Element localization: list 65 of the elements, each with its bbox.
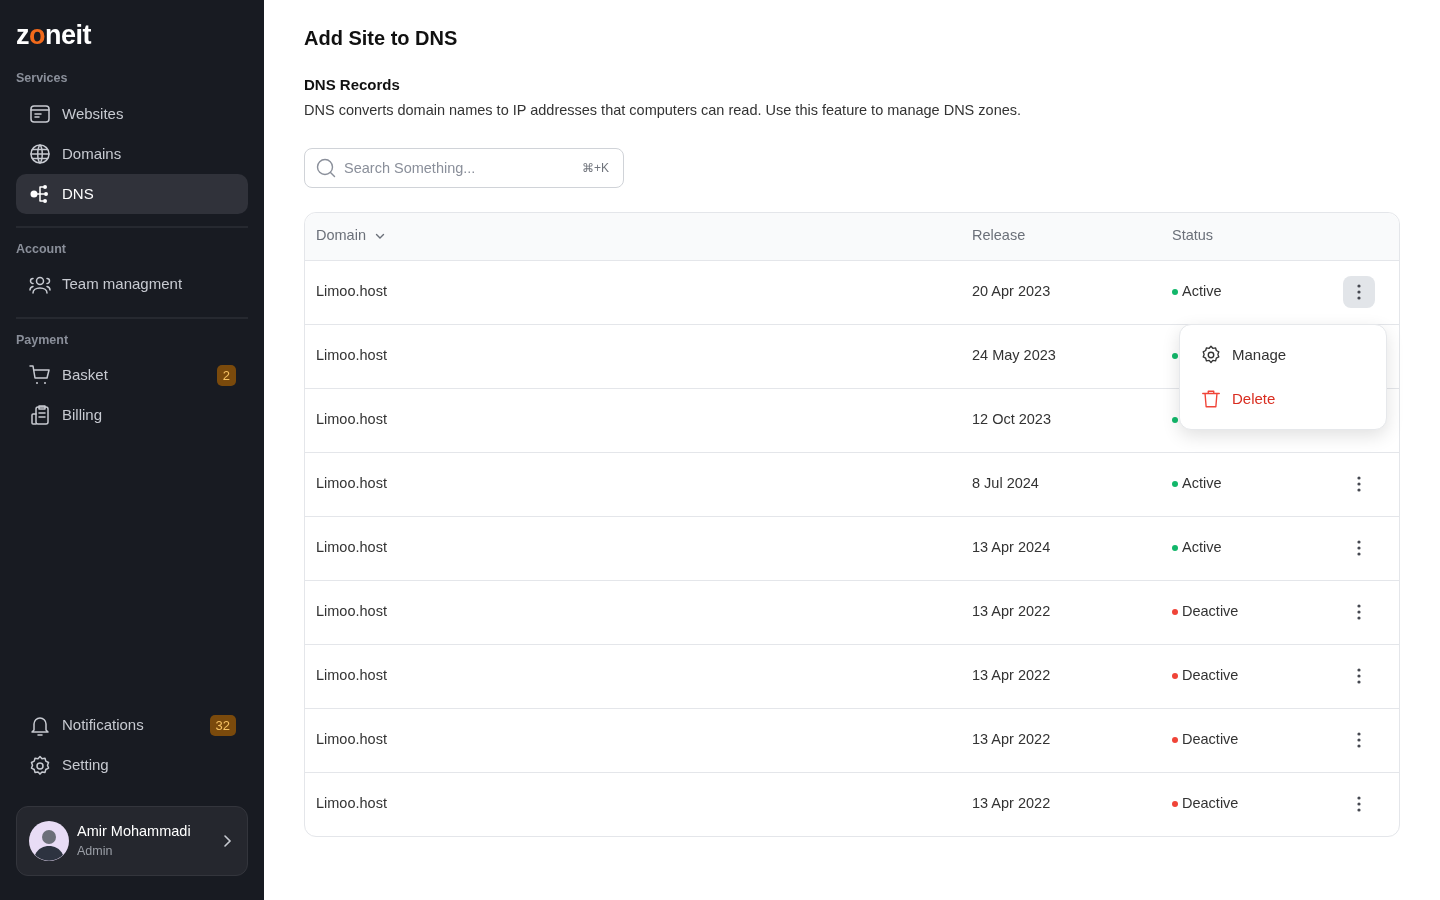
user-card[interactable]: Amir Mohammadi Admin — [16, 805, 248, 876]
sidebar-item[interactable]: Domains — [16, 133, 248, 174]
more-icon — [1357, 604, 1361, 621]
more-icon — [1357, 284, 1361, 301]
more-button[interactable] — [1343, 276, 1375, 309]
date-cell-text: 13 Apr 2024 — [972, 538, 1052, 558]
sidebar-item[interactable]: Notifications 32 — [16, 705, 248, 746]
domain-cell-text: Limoo.host — [316, 602, 388, 622]
domain-cell-text: Limoo.host — [316, 474, 388, 494]
user-role: Admin — [77, 843, 114, 861]
status-text: Active — [1182, 474, 1222, 494]
status-text: Deactive — [1182, 602, 1239, 622]
section-title: Services — [16, 70, 69, 87]
more-icon — [1357, 732, 1361, 749]
date-cell-text: 24 May 2023 — [972, 346, 1057, 366]
more-icon — [1357, 668, 1361, 685]
logo: zoneit — [16, 22, 93, 49]
date-cell-text: 13 Apr 2022 — [972, 666, 1052, 686]
date-cell-text: 20 Apr 2023 — [972, 282, 1052, 302]
domain-cell-text: Limoo.host — [316, 346, 388, 366]
sort-header[interactable]: Domain — [316, 225, 386, 248]
status-text: Deactive — [1182, 794, 1239, 814]
gear-icon — [28, 753, 52, 778]
sidebar-item[interactable]: DNS — [16, 173, 248, 214]
domain-cell-text: Limoo.host — [316, 538, 388, 558]
menu-item[interactable]: Manage — [1188, 332, 1378, 377]
page-title: Add Site to DNS — [304, 26, 459, 50]
search-icon — [316, 157, 336, 178]
section-title: DNS Records — [304, 76, 401, 94]
section-title: Account — [16, 240, 67, 258]
clipboard-icon — [28, 403, 52, 428]
user-name: Amir Mohammadi — [77, 821, 192, 841]
sidebar-item[interactable]: Basket 2 — [16, 355, 248, 396]
description: DNS converts domain names to IP addresses that computers can read. Use this feature to manage DNS zones. — [304, 101, 1023, 120]
count-badge: 2 — [216, 364, 236, 386]
domain-cell-text: Limoo.host — [316, 410, 388, 430]
date-cell-text: 12 Oct 2023 — [972, 410, 1052, 430]
globe-icon — [28, 141, 52, 166]
more-icon — [1357, 540, 1361, 557]
date-cell-text: 13 Apr 2022 — [972, 602, 1052, 622]
sidebar-item[interactable]: Billing — [16, 395, 248, 436]
avatar — [29, 820, 69, 861]
more-icon — [1357, 796, 1361, 813]
section-title: Payment — [16, 331, 70, 349]
date-cell-text: 8 Jul 2024 — [972, 474, 1040, 494]
count-badge: 32 — [209, 714, 236, 737]
status-text: Deactive — [1182, 666, 1239, 686]
menu-item[interactable]: Delete — [1188, 376, 1378, 421]
column-header: Release — [972, 226, 1027, 246]
shortcut-hint: ⌘+K — [582, 159, 609, 177]
status-text: Deactive — [1182, 730, 1239, 750]
domain-cell-text: Limoo.host — [316, 730, 388, 750]
date-cell-text: 13 Apr 2022 — [972, 794, 1052, 814]
status-text: Active — [1182, 282, 1222, 302]
date-cell-text: 13 Apr 2022 — [972, 730, 1052, 750]
column-header: Status — [1172, 226, 1215, 246]
more-icon — [1357, 476, 1361, 493]
domain-cell-text: Limoo.host — [316, 282, 388, 302]
sidebar-item[interactable]: Team managment — [16, 264, 248, 305]
sidebar-item[interactable]: Websites — [16, 93, 248, 134]
domain-cell-text: Limoo.host — [316, 794, 388, 814]
sidebar-item[interactable]: Setting — [16, 745, 248, 786]
gear-icon — [1200, 343, 1222, 366]
status-text: Active — [1182, 538, 1222, 558]
domain-cell-text: Limoo.host — [316, 666, 388, 686]
